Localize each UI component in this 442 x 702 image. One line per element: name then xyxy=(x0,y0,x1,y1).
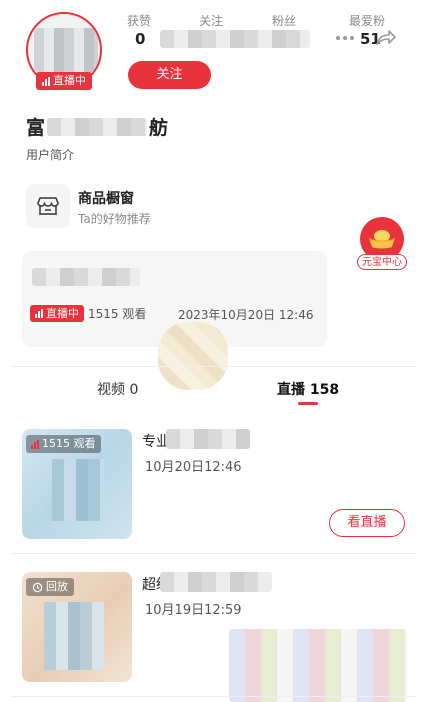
watch-live-button[interactable]: 看直播 xyxy=(329,509,405,537)
live-item-date: 10月20日12:46 xyxy=(145,460,242,475)
viewers-badge: 1515 观看 xyxy=(26,435,101,453)
stat-top-fans-label: 最爱粉 xyxy=(349,14,386,28)
shop-subtitle: Ta的好物推荐 xyxy=(78,212,151,226)
tab-active-indicator xyxy=(298,402,318,405)
live-tag-label: 直播中 xyxy=(46,307,79,320)
live-card-time: 2023年10月20日 12:46 xyxy=(178,308,314,322)
live-card-title-obscured xyxy=(32,268,140,286)
name-suffix: 舫 xyxy=(149,117,169,139)
floating-mosaic-image xyxy=(158,322,228,390)
live-item-thumbnail[interactable]: 1515 观看 xyxy=(22,429,132,539)
follow-button[interactable]: 关注 xyxy=(128,61,211,89)
name-prefix: 富 xyxy=(26,117,46,139)
live-bars-icon xyxy=(35,309,43,318)
live-item-title-obscured xyxy=(166,429,250,449)
live-card-status: 直播中 1515 观看 xyxy=(30,305,146,322)
yuanbao-center-button[interactable]: 元宝中心 xyxy=(357,217,407,271)
thumbnail-mosaic xyxy=(52,459,104,521)
live-card-viewers: 1515 观看 xyxy=(88,307,147,321)
bio-text: 用户简介 xyxy=(26,148,75,162)
tabs-top-divider xyxy=(10,366,416,367)
stats-obscured xyxy=(160,30,310,48)
live-status-badge: 直播中 xyxy=(36,72,92,90)
live-badge-label: 直播中 xyxy=(53,74,86,87)
shop-title[interactable]: 商品橱窗 xyxy=(78,188,134,208)
replay-badge-label: 回放 xyxy=(46,580,68,593)
shop-icon[interactable] xyxy=(26,184,70,228)
more-dots-icon xyxy=(336,36,354,42)
live-bars-icon xyxy=(31,439,39,449)
yuanbao-label: 元宝中心 xyxy=(357,254,407,270)
viewers-badge-label: 1515 观看 xyxy=(42,437,96,450)
avatar-image xyxy=(34,28,98,72)
product-strip-mosaic xyxy=(229,629,407,702)
tab-live[interactable]: 直播 158 xyxy=(277,379,339,399)
stat-likes-value: 0 xyxy=(135,30,146,48)
profile-name: 富 舫 xyxy=(26,113,168,140)
share-arrow-icon[interactable] xyxy=(374,28,396,52)
replay-icon xyxy=(32,582,43,592)
stat-fans-label: 粉丝 xyxy=(272,14,297,28)
live-tag: 直播中 xyxy=(30,305,84,322)
replay-badge: 回放 xyxy=(26,578,74,596)
name-obscured xyxy=(47,117,148,136)
replay-item-date: 10月19日12:59 xyxy=(145,603,242,618)
stat-following-label: 关注 xyxy=(199,14,224,28)
stat-likes-label: 获赞 xyxy=(127,14,152,28)
tab-videos[interactable]: 视频 0 xyxy=(97,379,138,399)
live-bars-icon xyxy=(42,76,50,86)
list-divider xyxy=(10,696,416,697)
thumbnail-mosaic xyxy=(44,602,104,670)
replay-item-title-obscured xyxy=(160,572,272,592)
list-divider xyxy=(10,553,416,554)
replay-item-thumbnail[interactable]: 回放 xyxy=(22,572,132,682)
